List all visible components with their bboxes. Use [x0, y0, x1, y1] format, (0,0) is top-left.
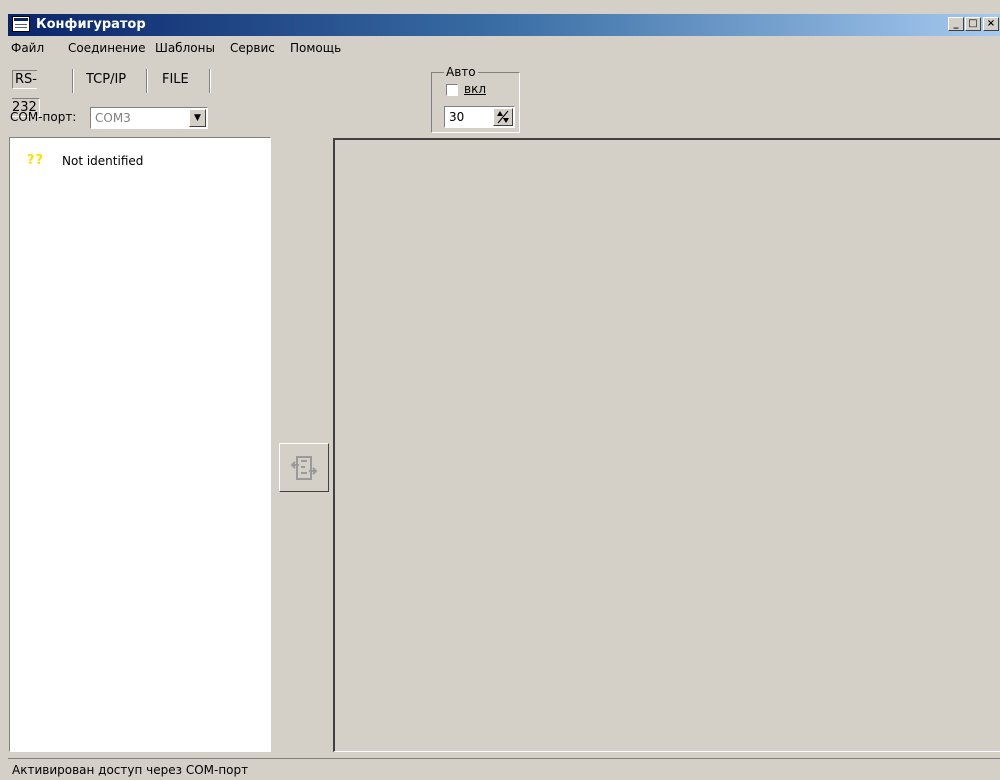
tab-separator: [209, 69, 211, 93]
com-port-select[interactable]: COM3 ▼: [90, 107, 208, 129]
menu-file[interactable]: Файл: [11, 41, 44, 55]
menu-connection[interactable]: Соединение: [68, 41, 145, 55]
interval-spinner[interactable]: 30: [444, 106, 515, 128]
device-list[interactable]: ?? Not identified: [9, 137, 271, 752]
com-port-value: COM3: [95, 111, 131, 125]
menu-service[interactable]: Сервис: [230, 41, 275, 55]
auto-enable-checkbox[interactable]: [446, 84, 458, 96]
tab-tcpip-label: TCP/IP: [86, 72, 127, 87]
tab-tcpip[interactable]: TCP/IP: [86, 66, 126, 94]
app-icon[interactable]: [12, 16, 30, 32]
minimize-button[interactable]: _: [948, 17, 964, 31]
close-button[interactable]: ×: [983, 17, 999, 31]
work-area[interactable]: [333, 138, 1000, 752]
spin-updown-icon[interactable]: [493, 108, 513, 126]
status-text: Активирован доступ через COM-порт: [12, 763, 249, 777]
tab-file-label: FILE: [162, 72, 189, 87]
tab-separator: [72, 69, 74, 93]
device-name[interactable]: Not identified: [62, 154, 143, 168]
menu-help[interactable]: Помощь: [290, 41, 341, 55]
app-window: Конфигуратор _ □ × Файл Соединение Шабло…: [0, 0, 1000, 780]
auto-group: Авто вкл 30: [431, 65, 520, 133]
menu-bar: Файл Соединение Шаблоны Сервис Помощь: [8, 38, 1000, 58]
tab-file[interactable]: FILE: [162, 66, 189, 94]
interval-value[interactable]: 30: [449, 110, 464, 124]
exchange-icon: [290, 456, 318, 480]
maximize-button[interactable]: □: [965, 17, 981, 31]
window-title: Конфигуратор: [36, 17, 146, 32]
auto-group-label: Авто: [444, 65, 478, 79]
status-bar: Активирован доступ через COM-порт: [8, 758, 1000, 780]
com-port-label: COM-порт:: [10, 110, 77, 124]
tab-rs232[interactable]: RS-232: [12, 66, 40, 117]
exchange-button[interactable]: [279, 443, 329, 492]
tab-separator: [146, 69, 148, 93]
chevron-down-icon[interactable]: ▼: [189, 109, 206, 127]
auto-enable-label[interactable]: вкл: [464, 82, 486, 96]
question-icon: ??: [27, 153, 45, 168]
title-bar[interactable]: Конфигуратор _ □ ×: [8, 14, 1000, 36]
menu-templates[interactable]: Шаблоны: [155, 41, 215, 55]
